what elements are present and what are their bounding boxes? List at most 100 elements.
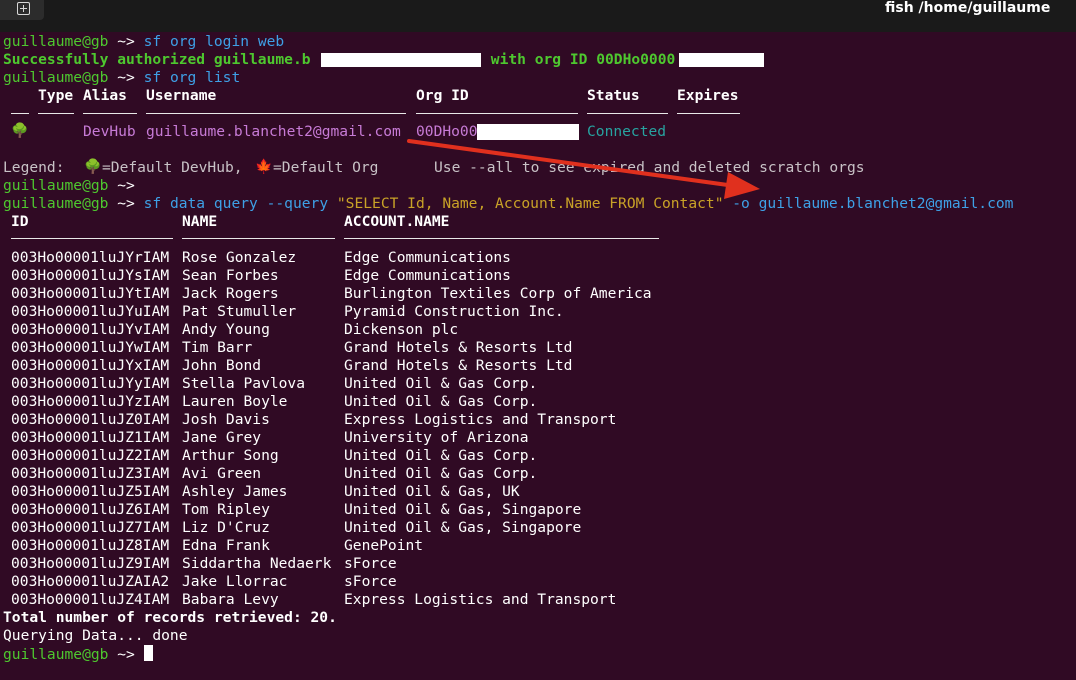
record-id: 003Ho00001luJZ6IAM bbox=[11, 501, 170, 518]
contact-name: Edna Frank bbox=[182, 537, 270, 554]
contact-name: Lauren Boyle bbox=[182, 393, 288, 410]
new-tab-button[interactable] bbox=[0, 0, 44, 20]
account-name: United Oil & Gas Corp. bbox=[344, 375, 538, 392]
record-id: 003Ho00001luJZAIA2 bbox=[11, 573, 170, 590]
prompt-arrow: ~> bbox=[108, 646, 144, 663]
contact-name: Jack Rogers bbox=[182, 285, 279, 302]
legend-label: Legend: bbox=[3, 159, 65, 176]
header-underline bbox=[416, 113, 578, 114]
new-tab-icon bbox=[17, 2, 30, 15]
account-name: United Oil & Gas, Singapore bbox=[344, 519, 582, 536]
contact-name: Rose Gonzalez bbox=[182, 249, 297, 266]
window-title: fish /home/guillaume bbox=[885, 0, 1051, 16]
column-header: ACCOUNT.NAME bbox=[344, 213, 450, 230]
org-alias: DevHub bbox=[83, 123, 136, 140]
record-id: 003Ho00001luJZ3IAM bbox=[11, 465, 170, 482]
contact-name: Siddartha Nedaerk bbox=[182, 555, 332, 572]
record-id: 003Ho00001luJYsIAM bbox=[11, 267, 170, 284]
column-header: Expires bbox=[677, 87, 739, 104]
org-table-row: 🌳 DevHub guillaume.blanchet2@gmail.com 0… bbox=[3, 123, 803, 141]
header-underline bbox=[587, 113, 668, 114]
redaction-box bbox=[477, 124, 579, 140]
account-name: sForce bbox=[344, 573, 397, 590]
table-row: 003Ho00001luJZ7IAM Liz D'Cruz United Oil &… bbox=[3, 519, 703, 537]
table-row: 003Ho00001luJZ5IAM Ashley James United Oil… bbox=[3, 483, 703, 501]
contact-name: Pat Stumuller bbox=[182, 303, 297, 320]
header-underline bbox=[677, 113, 740, 114]
legend-devhub: =Default DevHub, bbox=[102, 159, 243, 176]
title-bar: fish /home/guillaume bbox=[0, 0, 1076, 32]
prompt-line-active: guillaume@gb ~> bbox=[3, 645, 153, 663]
redaction-box bbox=[679, 53, 764, 67]
column-header: ID bbox=[11, 213, 29, 230]
prompt-line-empty: guillaume@gb ~> bbox=[3, 177, 144, 195]
query-status: Querying Data... done bbox=[3, 627, 188, 644]
account-name: United Oil & Gas, Singapore bbox=[344, 501, 582, 518]
header-underline bbox=[146, 113, 406, 114]
prompt-user-host: guillaume@gb bbox=[3, 177, 109, 194]
table-row: 003Ho00001luJYuIAM Pat Stumuller Pyramid C… bbox=[3, 303, 703, 321]
record-id: 003Ho00001luJZ4IAM bbox=[11, 591, 170, 608]
contact-name: Tim Barr bbox=[182, 339, 253, 356]
table-row: 003Ho00001luJZ8IAM Edna Frank GenePoint bbox=[3, 537, 703, 555]
record-id: 003Ho00001luJZ1IAM bbox=[11, 429, 170, 446]
column-header: Username bbox=[146, 87, 217, 104]
account-name: United Oil & Gas Corp. bbox=[344, 447, 538, 464]
column-header: Status bbox=[587, 87, 640, 104]
query-string: "SELECT Id, Name, Account.Name FROM Cont… bbox=[336, 195, 724, 212]
account-name: Grand Hotels & Resorts Ltd bbox=[344, 357, 573, 374]
records-total: Total number of records retrieved: 20. bbox=[3, 609, 337, 626]
tree-icon: 🌳 bbox=[11, 123, 29, 139]
prompt-arrow: ~> bbox=[108, 33, 144, 50]
prompt-arrow: ~> bbox=[108, 69, 144, 86]
legend-org: =Default Org bbox=[273, 159, 379, 176]
account-name: Grand Hotels & Resorts Ltd bbox=[344, 339, 573, 356]
account-name: University of Arizona bbox=[344, 429, 529, 446]
auth-message-mid: with org ID 00DHo0000 bbox=[482, 51, 676, 69]
table-row: 003Ho00001luJYwIAM Tim Barr Grand Hotels &… bbox=[3, 339, 703, 357]
account-name: Dickenson plc bbox=[344, 321, 459, 338]
table-row: 003Ho00001luJZ9IAM Siddartha Nedaerk sForc… bbox=[3, 555, 703, 573]
command-text: sf org list bbox=[143, 69, 241, 86]
record-id: 003Ho00001luJYxIAM bbox=[11, 357, 170, 374]
record-id: 003Ho00001luJYtIAM bbox=[11, 285, 170, 302]
header-underline bbox=[344, 238, 659, 239]
prompt-arrow: ~> bbox=[108, 195, 144, 212]
contact-name: Arthur Song bbox=[182, 447, 279, 464]
column-header: Alias bbox=[83, 87, 127, 104]
table-row: 003Ho00001luJZ1IAM Jane Grey University of… bbox=[3, 429, 703, 447]
table-row: 003Ho00001luJZ0IAM Josh Davis Express Logi… bbox=[3, 411, 703, 429]
contact-name: Tom Ripley bbox=[182, 501, 270, 518]
table-row: 003Ho00001luJZAIA2 Jake Llorrac sForce bbox=[3, 573, 703, 591]
command-text: sf data query --query bbox=[143, 195, 337, 212]
table-row: 003Ho00001luJYtIAM Jack Rogers Burlington … bbox=[3, 285, 703, 303]
header-underline bbox=[38, 113, 74, 114]
redaction-box bbox=[321, 53, 481, 67]
record-id: 003Ho00001luJYuIAM bbox=[11, 303, 170, 320]
legend-hint: Use --all to see expired and deleted scr… bbox=[434, 159, 865, 176]
contact-name: Andy Young bbox=[182, 321, 270, 338]
table-row: 003Ho00001luJZ6IAM Tom Ripley United Oil &… bbox=[3, 501, 703, 519]
account-name: Pyramid Construction Inc. bbox=[344, 303, 564, 320]
table-row: 003Ho00001luJYrIAM Rose Gonzalez Edge Comm… bbox=[3, 249, 703, 267]
prompt-user-host: guillaume@gb bbox=[3, 33, 109, 50]
contact-name: Sean Forbes bbox=[182, 267, 279, 284]
contact-name: John Bond bbox=[182, 357, 262, 374]
legend-line: Legend: 🌳 =Default DevHub, 🍁 =Default Or… bbox=[3, 159, 1003, 177]
prompt-arrow: ~> bbox=[108, 177, 144, 194]
text-cursor bbox=[143, 645, 153, 661]
record-id: 003Ho00001luJZ0IAM bbox=[11, 411, 170, 428]
table-row: 003Ho00001luJYsIAM Sean Forbes Edge Commun… bbox=[3, 267, 703, 285]
header-underline bbox=[11, 113, 29, 114]
record-id: 003Ho00001luJYrIAM bbox=[11, 249, 170, 266]
command-line-login: guillaume@gb ~> sf org login web bbox=[3, 33, 284, 51]
contact-name: Jake Llorrac bbox=[182, 573, 288, 590]
prompt-user-host: guillaume@gb bbox=[3, 69, 109, 86]
org-table-header: Type Alias Username Org ID Status Expire… bbox=[3, 87, 803, 105]
contact-name: Jane Grey bbox=[182, 429, 262, 446]
record-id: 003Ho00001luJZ5IAM bbox=[11, 483, 170, 500]
account-name: Burlington Textiles Corp of America bbox=[344, 285, 652, 302]
account-name: sForce bbox=[344, 555, 397, 572]
account-name: United Oil & Gas, UK bbox=[344, 483, 520, 500]
record-id: 003Ho00001luJZ9IAM bbox=[11, 555, 170, 572]
